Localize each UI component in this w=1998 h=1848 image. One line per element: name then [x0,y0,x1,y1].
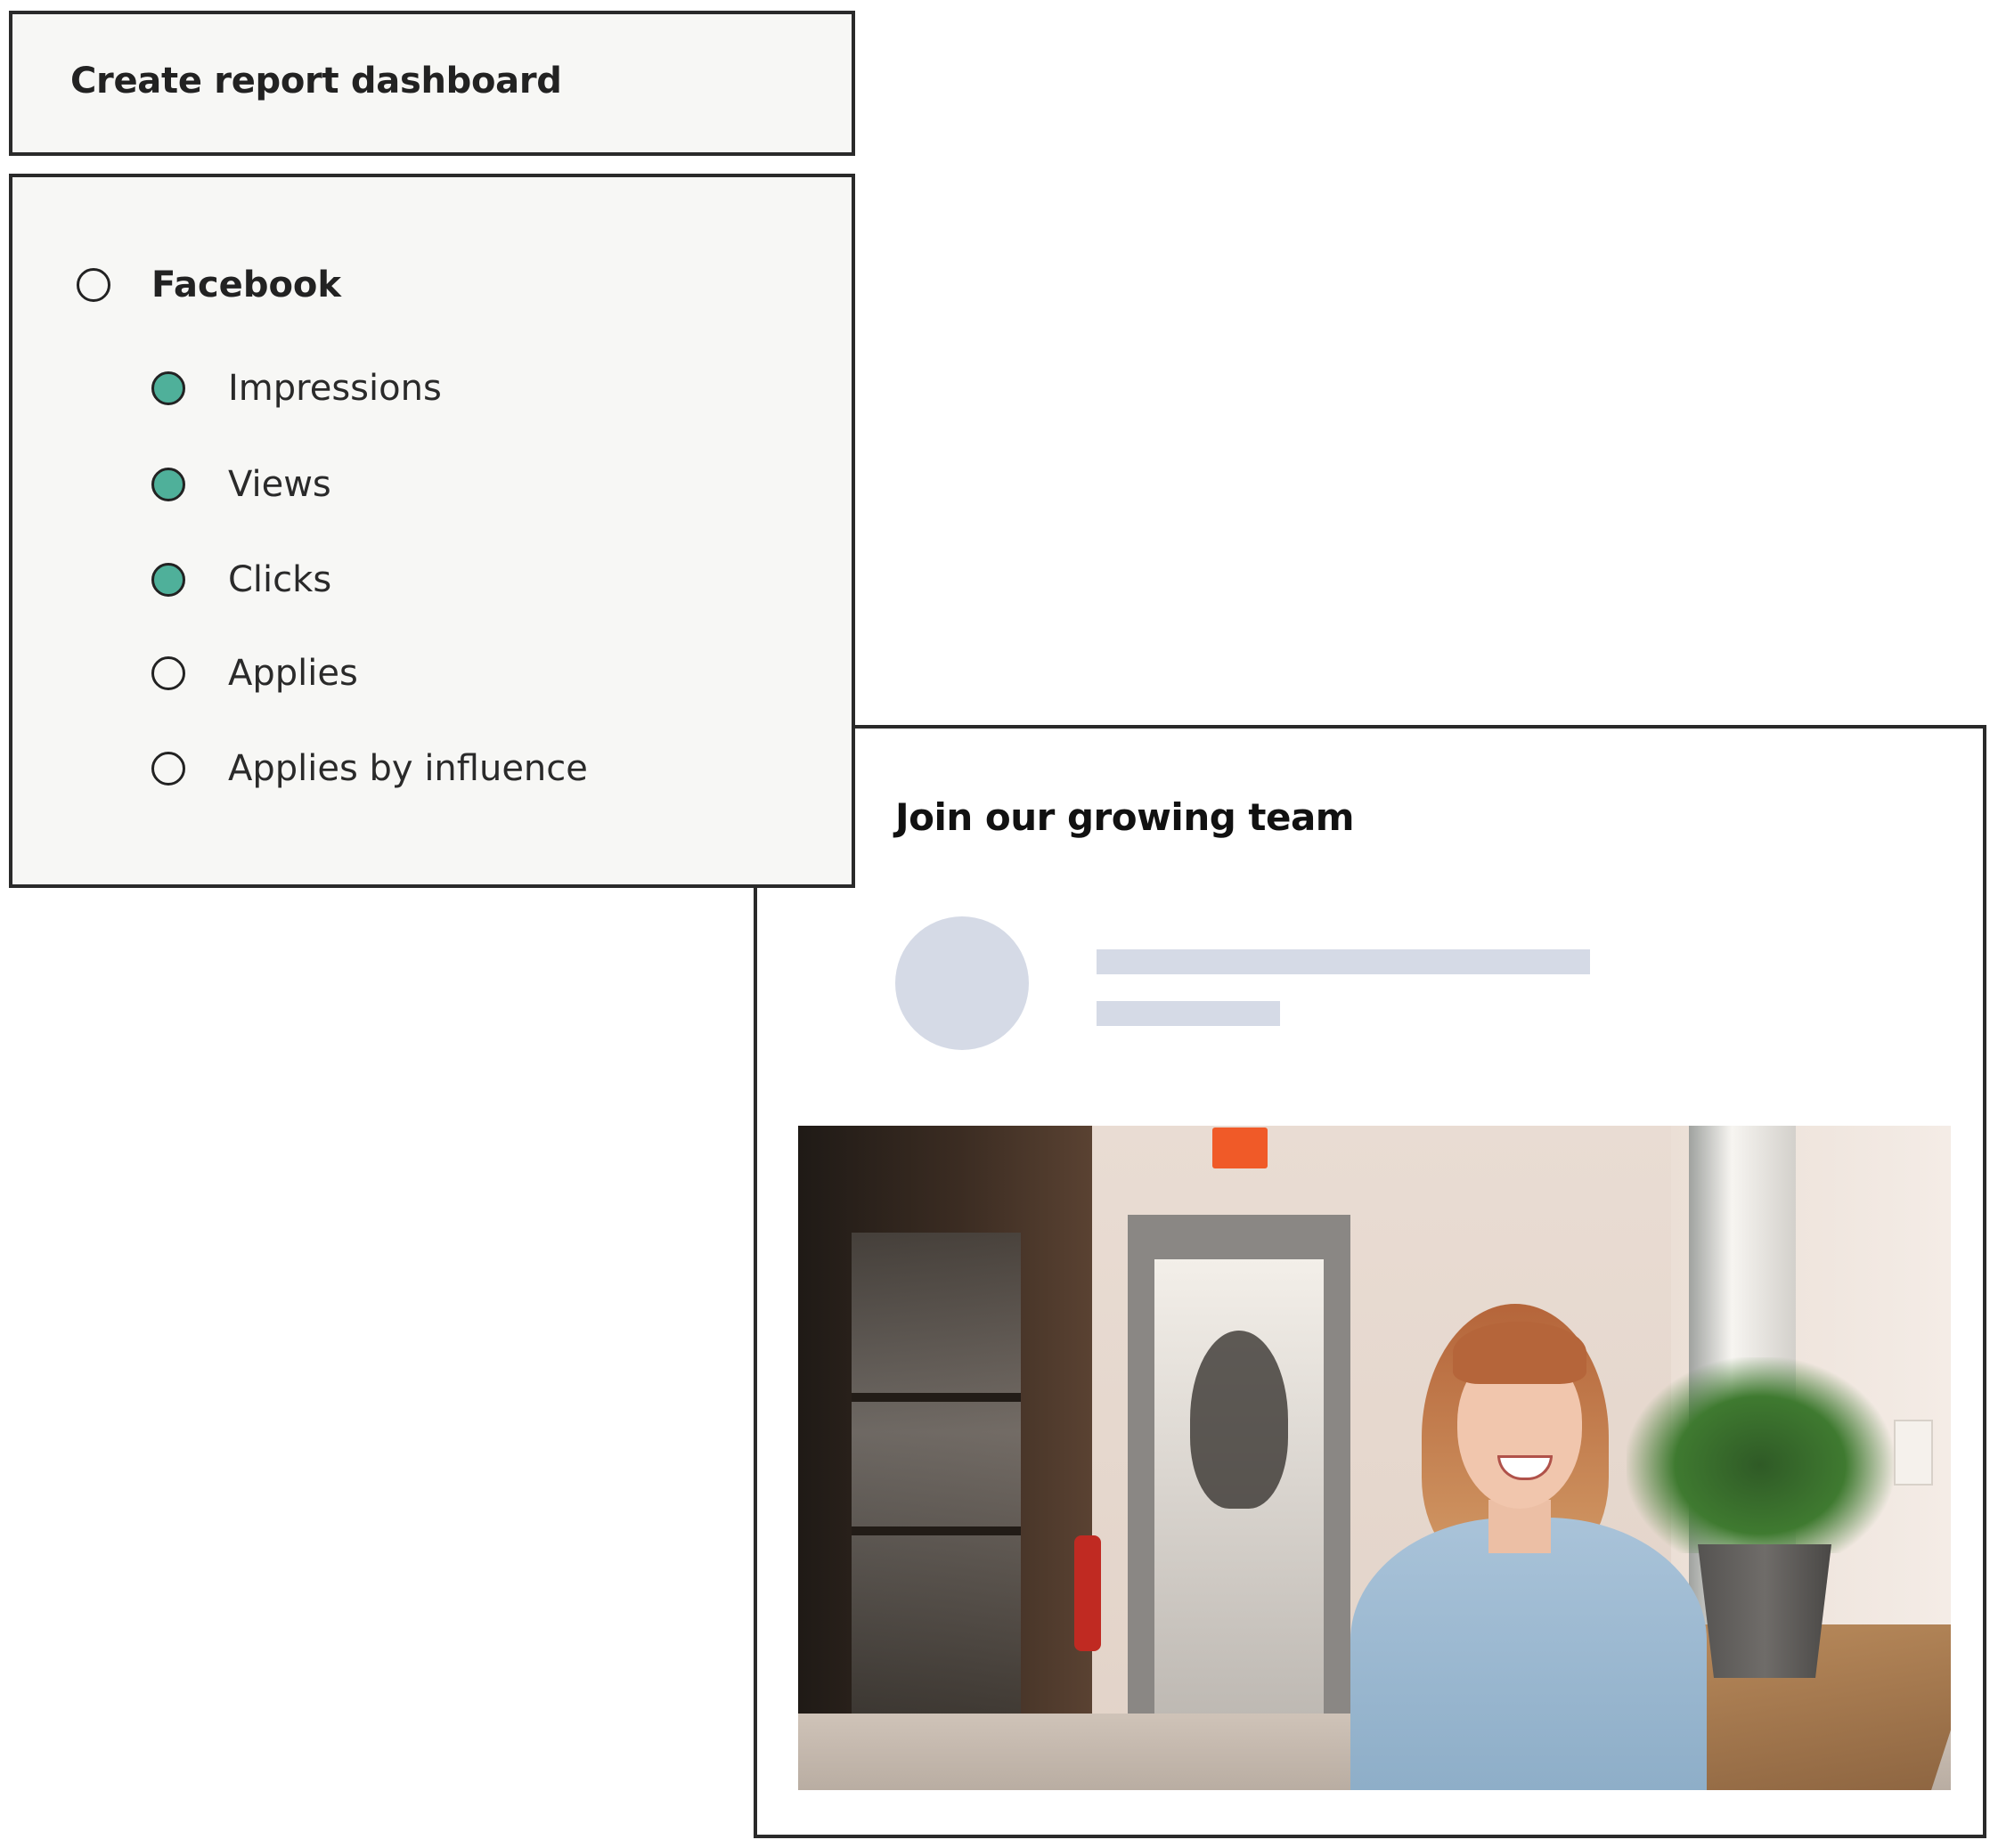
option-label: Impressions [228,368,442,409]
option-label: Applies [228,653,358,694]
post-preview-card: Join our growing team [754,725,1986,1838]
subtitle-placeholder-line [1097,1001,1280,1026]
dashboard-header-card: Create report dashboard [9,11,855,156]
dashboard-title: Create report dashboard [70,61,562,102]
avatar-placeholder [895,916,1029,1050]
radio-unchecked-icon[interactable] [151,752,185,786]
exit-sign-icon [1212,1128,1268,1168]
radio-checked-icon[interactable] [151,468,185,501]
radio-checked-icon[interactable] [151,563,185,597]
option-label: Applies by influence [228,748,588,789]
option-impressions[interactable]: Impressions [151,368,442,409]
option-label: Clicks [228,559,332,600]
name-placeholder-line [1097,949,1590,974]
option-clicks[interactable]: Clicks [151,559,331,600]
option-group-facebook[interactable]: Facebook [77,265,341,305]
option-applies-by-influence[interactable]: Applies by influence [151,748,588,789]
option-applies[interactable]: Applies [151,653,358,694]
option-views[interactable]: Views [151,464,331,505]
post-title: Join our growing team [895,795,1355,839]
radio-unchecked-icon[interactable] [77,268,110,302]
metric-options-card: Facebook Impressions Views Clicks Applie… [9,174,855,888]
radio-checked-icon[interactable] [151,371,185,405]
radio-unchecked-icon[interactable] [151,656,185,690]
option-group-label: Facebook [151,265,342,305]
team-photo [798,1126,1951,1790]
option-label: Views [228,464,331,505]
